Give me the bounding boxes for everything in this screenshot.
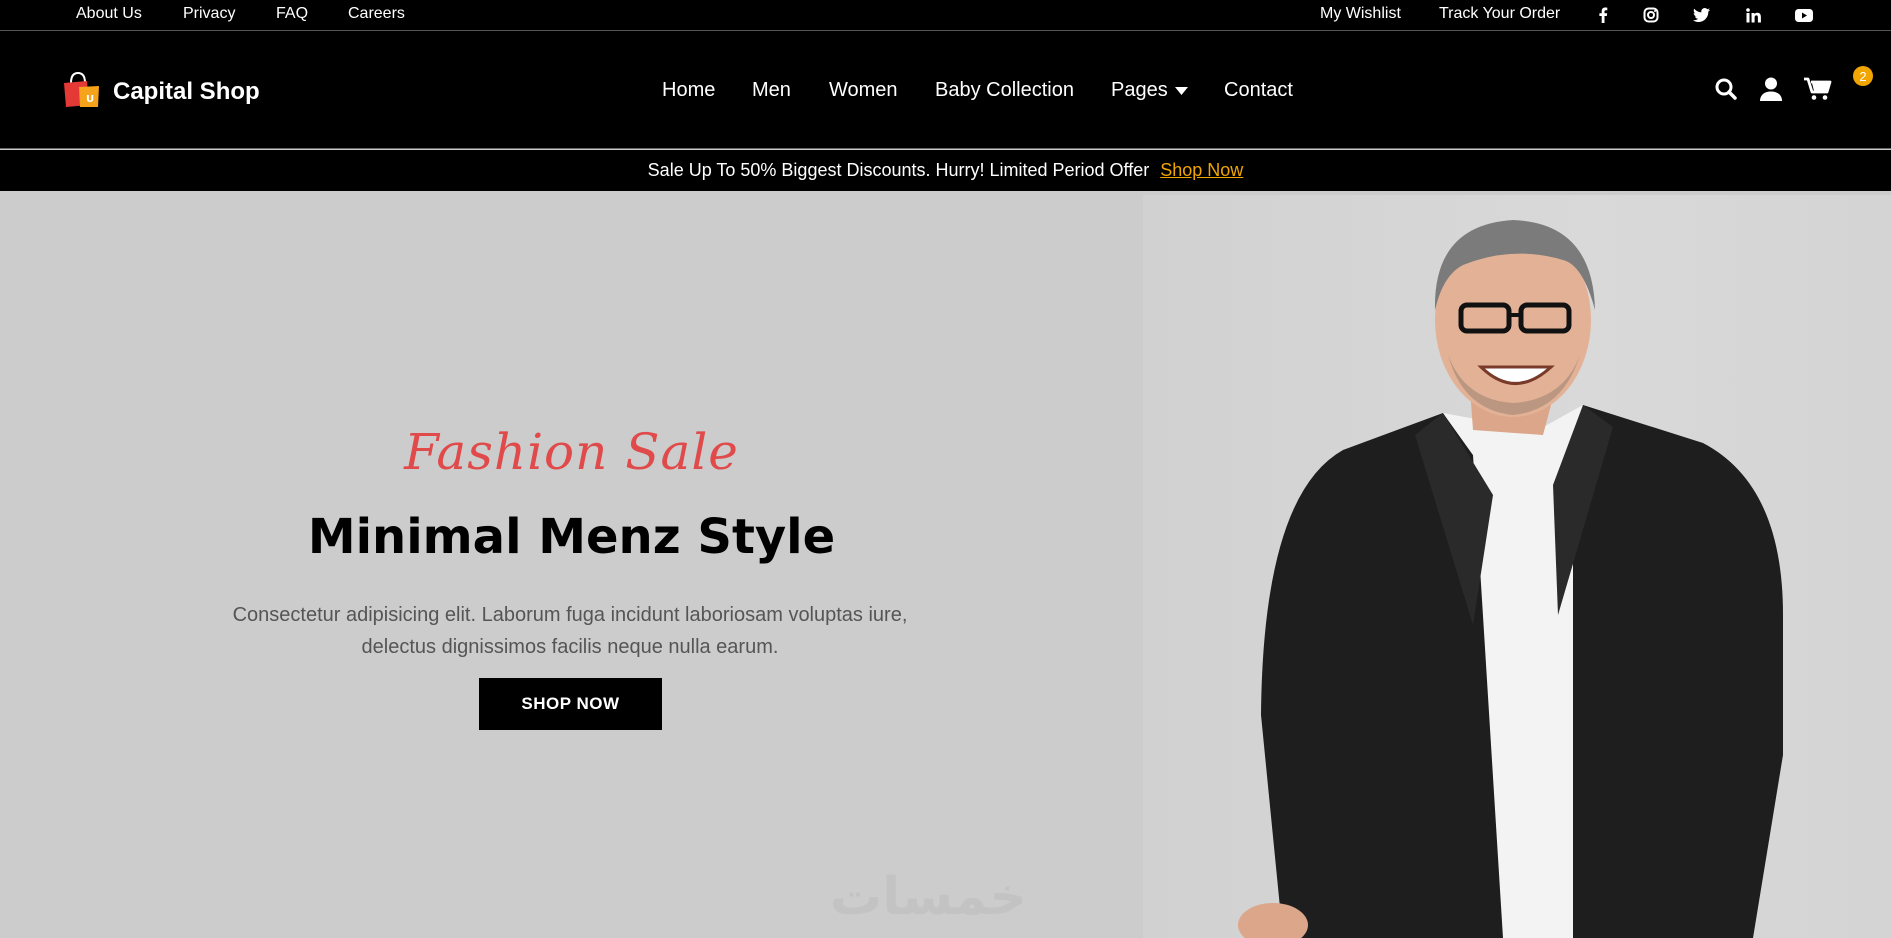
svg-text:U: U [86, 94, 94, 105]
twitter-icon[interactable] [1691, 6, 1711, 24]
user-icon[interactable] [1757, 75, 1785, 103]
cart-icon[interactable] [1804, 75, 1832, 103]
shopping-bag-icon: U [61, 69, 101, 114]
announcement-shop-now-link[interactable]: Shop Now [1160, 160, 1243, 181]
nav-men[interactable]: Men [752, 79, 791, 102]
caret-down-icon [1175, 79, 1189, 102]
cart-count-badge: 2 [1853, 66, 1873, 86]
brand-logo[interactable]: U Capital Shop [61, 69, 260, 114]
hero-section: Fashion Sale Minimal Menz Style Consecte… [0, 191, 1891, 938]
hero-model-image [1143, 195, 1891, 938]
announcement-message: Sale Up To 50% Biggest Discounts. Hurry!… [647, 160, 1150, 180]
faq-link[interactable]: FAQ [276, 5, 308, 23]
careers-link[interactable]: Careers [348, 5, 405, 23]
facebook-icon[interactable] [1593, 6, 1613, 24]
announcement-bar: Sale Up To 50% Biggest Discounts. Hurry!… [0, 150, 1891, 191]
hero-script-title: Fashion Sale [404, 423, 739, 481]
nav-pages[interactable]: Pages [1111, 79, 1189, 102]
search-icon[interactable] [1712, 75, 1740, 103]
youtube-icon[interactable] [1794, 6, 1814, 24]
hero-text-area: Fashion Sale Minimal Menz Style Consecte… [0, 191, 1143, 938]
nav-pages-label: Pages [1111, 79, 1168, 101]
about-us-link[interactable]: About Us [76, 5, 142, 23]
hero-shop-now-button[interactable]: SHOP NOW [479, 678, 662, 730]
man-in-suit-illustration [1238, 220, 1783, 938]
hero-description: Consectetur adipisicing elit. Laborum fu… [232, 604, 908, 658]
top-bar: About Us Privacy FAQ Careers My Wishlist… [0, 0, 1891, 31]
brand-name: Capital Shop [113, 77, 260, 105]
hero-title: Minimal Menz Style [307, 509, 836, 565]
track-order-link[interactable]: Track Your Order [1439, 5, 1560, 23]
wishlist-link[interactable]: My Wishlist [1320, 5, 1401, 23]
nav-women[interactable]: Women [829, 79, 898, 102]
privacy-link[interactable]: Privacy [183, 5, 235, 23]
nav-contact[interactable]: Contact [1224, 79, 1293, 102]
main-header: U Capital Shop Home Men Women Baby Colle… [0, 31, 1891, 149]
nav-baby-collection[interactable]: Baby Collection [935, 79, 1074, 102]
instagram-icon[interactable] [1641, 6, 1661, 24]
linkedin-icon[interactable] [1743, 6, 1763, 24]
watermark-text: خمسات [830, 867, 1028, 927]
nav-home[interactable]: Home [662, 79, 715, 102]
